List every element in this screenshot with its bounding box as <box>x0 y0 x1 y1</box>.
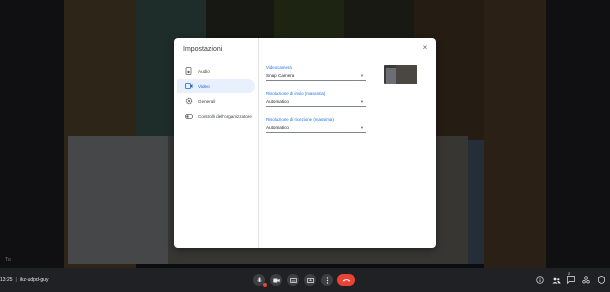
receive-resolution-value: Automatico <box>266 125 289 130</box>
nav-item-video[interactable]: Video <box>177 79 255 93</box>
hangup-icon <box>342 279 350 282</box>
receive-resolution-label: Risoluzione di ricezione (massima) <box>266 117 334 122</box>
host-controls-button[interactable] <box>596 275 606 285</box>
shield-icon <box>597 276 605 284</box>
nav-item-host-controls[interactable]: Controlli dell'organizzatore <box>177 109 255 123</box>
people-icon <box>551 277 561 283</box>
more-vert-icon <box>326 276 328 284</box>
dialog-title: Impostazioni <box>183 46 223 53</box>
meeting-details-button[interactable] <box>535 275 545 285</box>
nav-item-audio[interactable]: Audio <box>177 64 255 78</box>
camera-preview <box>384 65 417 84</box>
camera-button[interactable] <box>270 274 282 286</box>
more-options-button[interactable] <box>321 274 333 286</box>
camera-value: Snap Camera <box>266 73 295 78</box>
nav-label: Controlli dell'organizzatore <box>198 113 252 119</box>
info-separator: | <box>15 277 17 283</box>
mic-alert-badge <box>263 283 267 287</box>
nav-divider <box>258 38 259 248</box>
meeting-info: 13:25 | ikz-udpd-guy <box>0 277 48 283</box>
toggle-icon <box>184 112 193 121</box>
activities-button[interactable] <box>581 275 591 285</box>
camera-select[interactable]: Snap Camera ▼ <box>266 71 366 81</box>
videocam-icon <box>272 278 280 282</box>
gear-icon <box>184 97 193 106</box>
caret-down-icon: ▼ <box>360 73 364 78</box>
close-button[interactable]: × <box>420 43 430 53</box>
present-icon <box>306 277 314 283</box>
info-icon <box>536 276 544 284</box>
present-button[interactable] <box>304 274 316 286</box>
nav-label: Video <box>198 83 210 89</box>
nav-label: Generali <box>198 98 216 104</box>
people-button[interactable] <box>551 275 561 285</box>
chat-button[interactable] <box>566 275 576 285</box>
send-resolution-value: Automatico <box>266 99 289 104</box>
activities-icon <box>582 276 590 284</box>
receive-resolution-select[interactable]: Automatico ▼ <box>266 123 366 133</box>
captions-button[interactable] <box>287 274 299 286</box>
mic-icon <box>256 277 262 282</box>
nav-label: Audio <box>198 68 210 74</box>
camera-label: Videocamera <box>266 65 292 70</box>
speaker-icon <box>184 67 193 76</box>
leave-call-button[interactable] <box>337 274 355 286</box>
meeting-time: 13:25 <box>0 277 13 283</box>
chat-icon <box>567 276 575 284</box>
videocam-icon <box>184 82 193 91</box>
meeting-code: ikz-udpd-guy <box>19 277 49 283</box>
captions-icon <box>289 277 297 283</box>
settings-dialog: Impostazioni × Audio Video Generali Cont… <box>174 38 436 248</box>
nav-item-general[interactable]: Generali <box>177 94 255 108</box>
meeting-controls-bar: 13:25 | ikz-udpd-guy 2 <box>0 268 610 292</box>
caret-down-icon: ▼ <box>360 125 364 130</box>
send-resolution-label: Risoluzione di invio (massima) <box>266 91 326 96</box>
caret-down-icon: ▼ <box>360 99 364 104</box>
send-resolution-select[interactable]: Automatico ▼ <box>266 97 366 107</box>
